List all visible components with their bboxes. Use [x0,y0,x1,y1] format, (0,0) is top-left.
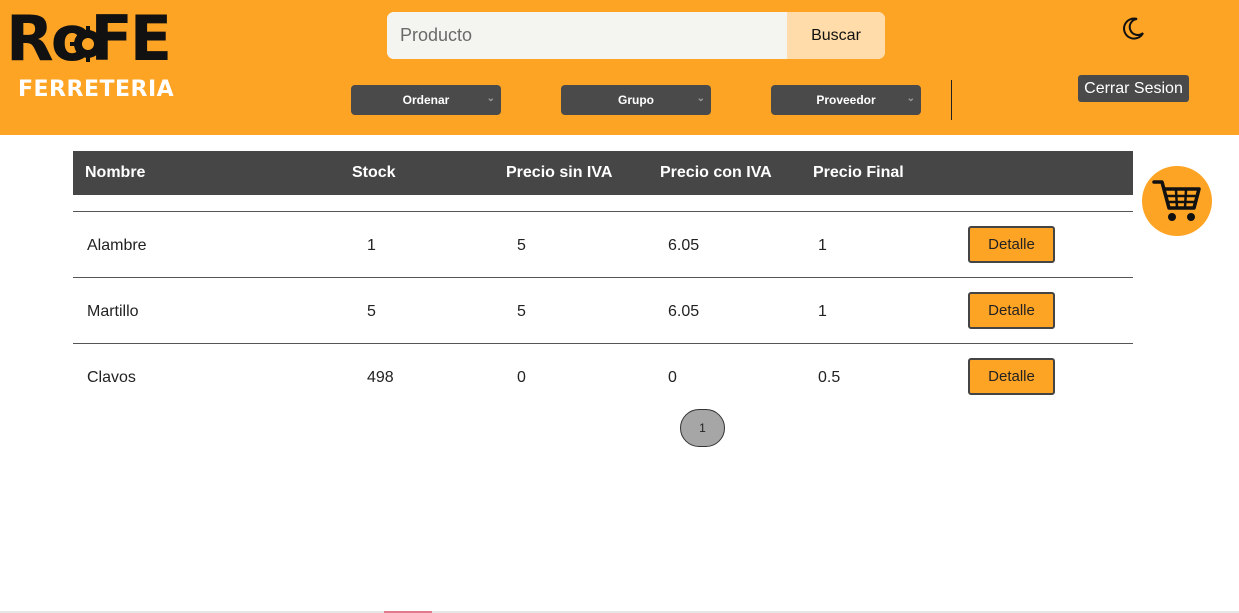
moon-icon[interactable] [1120,16,1146,42]
cell-nombre: Martillo [87,303,139,320]
supplier-select-label: Proveedor [816,93,876,107]
column-header-stock: Stock [352,164,396,181]
cell-stock: 498 [367,369,394,386]
search-input[interactable] [387,12,787,59]
group-select-label: Grupo [618,93,654,107]
gear-icon [70,26,106,62]
detail-button[interactable]: Detalle [968,226,1055,263]
cell-precio-final: 0.5 [818,369,841,386]
column-header-precio-con-iva: Precio con IVA [660,164,772,181]
order-select[interactable]: Ordenar ⌄ [351,85,501,115]
cell-precio-final: 1 [818,303,827,320]
cell-precio-con-iva: 0 [668,369,677,386]
logo-subtitle: FERRETERIA [18,77,175,102]
cell-precio-sin-iva: 0 [517,369,526,386]
group-select[interactable]: Grupo ⌄ [561,85,711,115]
cell-stock: 5 [367,303,376,320]
cell-precio-final: 1 [818,237,827,254]
cell-precio-sin-iva: 5 [517,237,526,254]
cart-button[interactable] [1142,166,1212,236]
pagination-page-button[interactable]: 1 [680,409,725,447]
supplier-select[interactable]: Proveedor ⌄ [771,85,921,115]
search-bar: Buscar [387,12,885,59]
detail-button[interactable]: Detalle [968,358,1055,395]
cell-precio-sin-iva: 5 [517,303,526,320]
header-divider [951,80,952,120]
chevron-down-icon: ⌄ [486,93,495,104]
column-header-nombre: Nombre [85,164,146,181]
logout-button[interactable]: Cerrar Sesion [1078,75,1189,102]
row-divider [73,277,1133,278]
table-header: Nombre Stock Precio sin IVA Precio con I… [73,151,1133,195]
column-header-precio-sin-iva: Precio sin IVA [506,164,613,181]
chevron-down-icon: ⌄ [906,93,915,104]
row-divider [73,211,1133,212]
cell-stock: 1 [367,237,376,254]
row-divider [73,343,1133,344]
detail-button[interactable]: Detalle [968,292,1055,329]
top-header: RoFE FERRETERIA Buscar Ordenar ⌄ Grupo ⌄… [0,0,1239,135]
order-select-label: Ordenar [402,93,450,107]
cell-nombre: Clavos [87,369,136,386]
search-button[interactable]: Buscar [787,12,885,59]
cell-nombre: Alambre [87,237,147,254]
brand-logo[interactable]: RoFE FERRETERIA [6,6,196,102]
column-header-precio-final: Precio Final [813,164,904,181]
cell-precio-con-iva: 6.05 [668,303,700,320]
cell-precio-con-iva: 6.05 [668,237,700,254]
cart-icon [1152,180,1201,221]
chevron-down-icon: ⌄ [696,93,705,104]
